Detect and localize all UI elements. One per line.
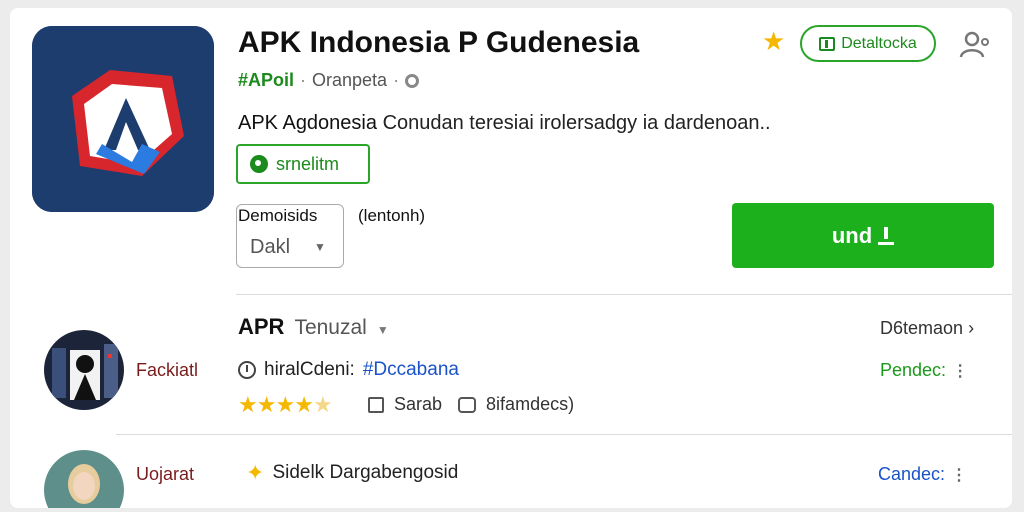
reviews-header: APR Tenuzal ▼ [238, 314, 389, 340]
details-button-label: Detaltocka [841, 34, 917, 52]
app-description: APK Agdonesia Conudan teresiai irolersad… [238, 112, 771, 135]
thumbs-up-icon[interactable] [368, 396, 384, 413]
reviews-heading: APR [238, 314, 285, 339]
chevron-right-icon: › [968, 318, 975, 338]
review-actions: Sarab 8ifamdecs) [368, 394, 574, 415]
gear-icon[interactable] [405, 73, 420, 88]
avatar[interactable] [44, 330, 124, 410]
app-meta: #APoil · Oranpeta · [238, 70, 420, 91]
user-icon[interactable] [958, 28, 990, 60]
chevron-down-icon: ▼ [314, 240, 326, 254]
feature-chip[interactable]: srnelitm [236, 144, 370, 184]
app-logo-icon [32, 26, 214, 212]
review-line: hiralCdeni: #Dccabana [238, 359, 459, 381]
description-text: Conudan teresiai irolersadgy ia dardenoa… [382, 112, 771, 134]
app-title: APK Indonesia P Gudenesia [238, 26, 640, 59]
review-hashtag[interactable]: #Dccabana [363, 359, 459, 381]
meta-separator: · [300, 70, 307, 90]
clock-icon [238, 361, 256, 379]
star-icon[interactable]: ★ [762, 28, 785, 54]
review-text: hiralCdeni: [264, 359, 355, 380]
review-text: Sidelk Dargabengosid [272, 462, 459, 483]
description-app-name: APK Agdonesia [238, 112, 377, 134]
review-status-label: Pendec: [880, 360, 947, 380]
avatar[interactable] [44, 450, 124, 508]
half-star-icon: ★ [312, 392, 333, 417]
app-detail-card: APK Indonesia P Gudenesia ★ Detaltocka #… [10, 8, 1012, 508]
star-icon: ★ [238, 392, 258, 417]
like-label[interactable]: Sarab [394, 394, 442, 415]
review-status[interactable]: Pendec: ⋮ [880, 360, 968, 381]
more-options-icon[interactable]: ⋮ [952, 361, 968, 381]
divider [236, 294, 1012, 295]
star-icon: ★ [275, 392, 295, 417]
install-button-label: und [831, 222, 873, 248]
review-status-label: Candec: [878, 464, 946, 484]
reply-label[interactable]: 8ifamdecs) [486, 394, 574, 415]
sparkle-icon: ✦ [246, 460, 265, 485]
divider [116, 434, 1012, 435]
app-tag[interactable]: #APoil [238, 70, 294, 91]
comment-icon[interactable] [458, 396, 477, 413]
star-icon: ★ [294, 392, 314, 417]
version-note: (lentonh) [358, 206, 426, 225]
check-circle-icon [250, 155, 268, 173]
calendar-icon [819, 36, 836, 51]
review-status[interactable]: Candec: ⋮ [878, 464, 967, 485]
chevron-down-icon: ▼ [376, 323, 389, 337]
reviewer-name[interactable]: Fackiatl [136, 360, 198, 381]
rating-stars: ★★★★★ [238, 392, 333, 418]
reviewer-name[interactable]: Uojarat [136, 464, 194, 485]
sort-dropdown[interactable]: Tenuzal [294, 316, 366, 340]
star-icon: ★ [256, 392, 277, 417]
see-more-link[interactable]: D6temaon › [880, 318, 974, 339]
review-line: ✦ Sidelk Dargabengosid [246, 460, 458, 486]
details-button[interactable]: Detaltocka [800, 25, 936, 62]
install-button[interactable]: und [732, 203, 994, 268]
version-select-label: Demoisids [238, 206, 318, 225]
version-select-value: Dakl [250, 236, 291, 258]
more-options-icon[interactable]: ⋮ [951, 465, 967, 485]
meta-separator: · [393, 70, 400, 90]
feature-chip-label: srnelitm [276, 153, 340, 174]
see-more-label: D6temaon [880, 318, 964, 338]
download-icon [878, 226, 895, 245]
developer-link[interactable]: Oranpeta [312, 70, 387, 91]
